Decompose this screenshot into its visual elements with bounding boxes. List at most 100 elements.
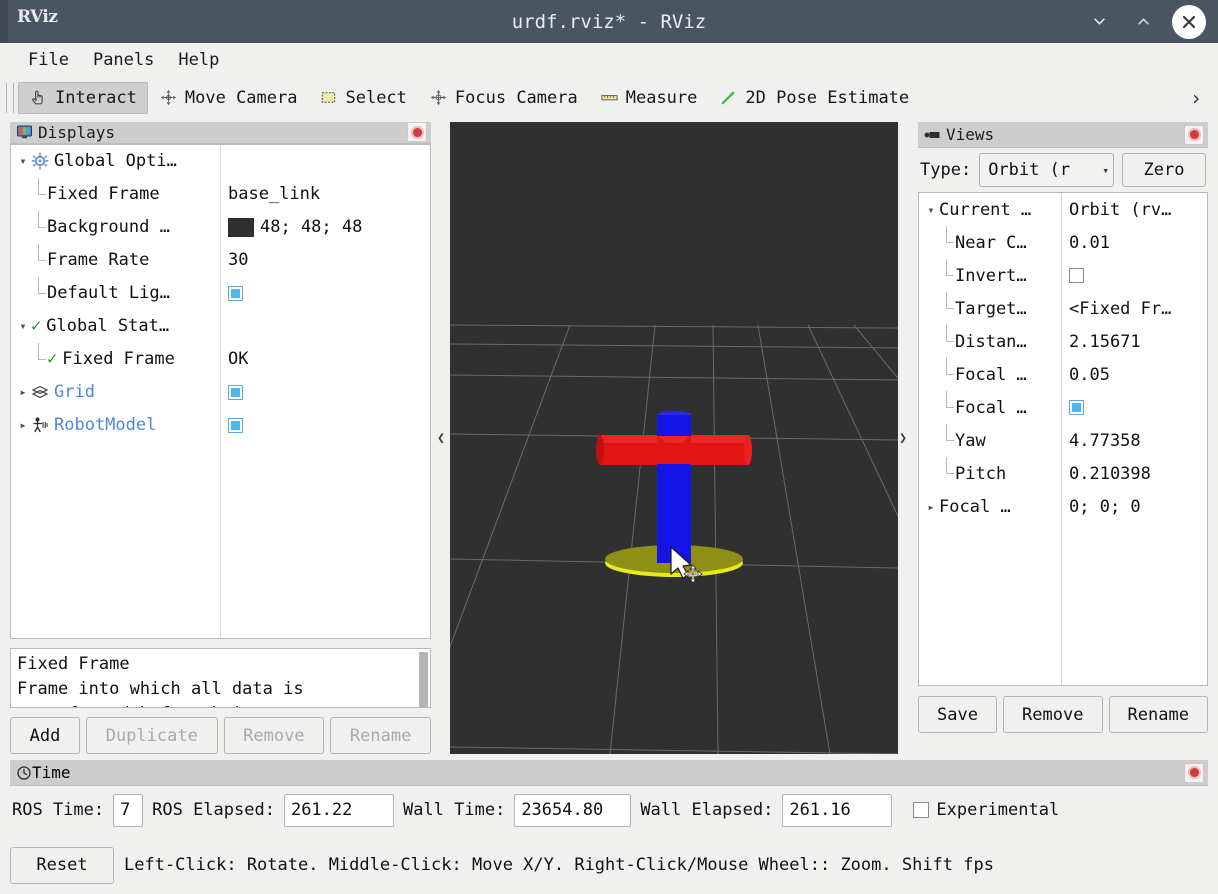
description-body: Frame into which all data is transformed… (17, 678, 304, 708)
displays-close-icon[interactable] (407, 122, 427, 143)
rename-view-button[interactable]: Rename (1108, 696, 1208, 733)
views-value-near-clip[interactable]: 0.01 (1061, 233, 1110, 253)
displays-panel-title: Displays (38, 122, 116, 142)
right-splitter[interactable]: ❯ (898, 122, 908, 754)
remove-view-button[interactable]: Remove (1003, 696, 1103, 733)
tree-value-frame-rate[interactable]: 30 (220, 250, 248, 270)
save-view-button[interactable]: Save (918, 696, 998, 733)
tree-value-grid (220, 384, 243, 400)
tree-row-robotmodel[interactable]: ▸ RobotModel (11, 409, 430, 442)
minimize-button[interactable] (1084, 7, 1114, 37)
tool-measure[interactable]: Measure (589, 82, 709, 114)
tree-value-status-fixed-frame: OK (228, 349, 249, 369)
checkbox-focal-shape-fixed[interactable] (1069, 400, 1084, 415)
tree-row-global-options[interactable]: ▾ Global Opti… (11, 145, 430, 178)
chevron-left-icon[interactable]: ❮ (437, 431, 445, 446)
tree-value-background-color[interactable]: 48; 48; 48 (220, 217, 362, 237)
view-type-dropdown[interactable]: Orbit (r ▾ (979, 153, 1114, 187)
add-button[interactable]: Add (10, 717, 81, 754)
views-label-focal-shape-size: Focal … (955, 364, 1027, 385)
views-tree[interactable]: ▾ Current … Orbit (rv… Near C… 0.01 Inve… (918, 192, 1208, 686)
views-row-near-clip[interactable]: Near C… 0.01 (919, 226, 1207, 259)
views-row-current-view[interactable]: ▾ Current … Orbit (rv… (919, 193, 1207, 226)
tool-2d-pose-estimate[interactable]: 2D Pose Estimate (708, 82, 920, 114)
tree-row-grid[interactable]: ▸ Grid (11, 376, 430, 409)
expander-focal-point[interactable]: ▸ (923, 499, 939, 515)
views-value-focal-shape-size[interactable]: 0.05 (1061, 365, 1110, 385)
views-close-icon[interactable] (1184, 124, 1204, 145)
expander-global-status[interactable]: ▾ (15, 318, 31, 334)
tree-value-default-light (220, 285, 243, 301)
views-value-distance[interactable]: 2.15671 (1061, 332, 1141, 352)
menu-help[interactable]: Help (166, 48, 231, 72)
checkbox-default-light[interactable] (228, 285, 243, 301)
display-description-box: Fixed Frame Frame into which all data is… (10, 647, 431, 708)
expander-grid[interactable]: ▸ (15, 384, 31, 400)
checkbox-experimental[interactable] (913, 802, 930, 818)
views-value-target-frame[interactable]: <Fixed Fr… (1061, 299, 1171, 319)
views-row-focal-shape-fixed[interactable]: Focal … (919, 391, 1207, 424)
rviz-window: RViz urdf.rviz* - RViz File Panels Help … (0, 0, 1218, 894)
tree-branch (939, 259, 955, 292)
time-close-icon[interactable] (1184, 762, 1204, 783)
tool-move-camera[interactable]: Move Camera (148, 82, 309, 114)
tree-row-global-status[interactable]: ▾ ✓ Global Stat… (11, 310, 430, 343)
tree-row-default-light[interactable]: Default Lig… (11, 276, 430, 310)
tree-row-background-color[interactable]: Background … 48; 48; 48 (11, 210, 430, 244)
status-hint-text: Left-Click: Rotate. Middle-Click: Move X… (124, 855, 994, 875)
wall-elapsed-input[interactable]: 261.16 (782, 793, 893, 827)
toolbar-overflow-button[interactable]: › (1184, 86, 1208, 110)
left-splitter[interactable]: ❮ (436, 122, 446, 754)
views-row-target-frame[interactable]: Target… <Fixed Fr… (919, 292, 1207, 325)
views-value-focal-point[interactable]: 0; 0; 0 (1061, 497, 1141, 517)
render-viewport-3d[interactable] (450, 122, 898, 754)
views-row-focal-point[interactable]: ▸ Focal … 0; 0; 0 (919, 490, 1207, 523)
expander-current-view[interactable]: ▾ (923, 202, 939, 218)
checkbox-grid[interactable] (228, 384, 243, 400)
checkbox-robotmodel[interactable] (228, 417, 243, 433)
views-value-invert-z (1061, 268, 1084, 283)
ros-elapsed-input[interactable]: 261.22 (283, 793, 394, 827)
check-icon: ✓ (31, 316, 42, 336)
ros-time-input[interactable]: 7 (113, 793, 144, 827)
views-type-label: Type: (920, 160, 972, 180)
tree-label-status-fixed-frame: Fixed Frame (62, 349, 175, 369)
toolbar-drag-handle[interactable] (6, 82, 14, 113)
expander-global-options[interactable]: ▾ (15, 153, 31, 169)
reset-button[interactable]: Reset (10, 846, 114, 884)
views-panel-header: Views (918, 122, 1208, 148)
menu-panels[interactable]: Panels (81, 48, 166, 72)
views-row-distance[interactable]: Distan… 2.15671 (919, 325, 1207, 358)
tool-bar: Interact Move Camera Select Focus Camera (0, 77, 1218, 118)
tree-label-default-light: Default Lig… (47, 283, 170, 303)
color-swatch[interactable] (228, 217, 254, 237)
tree-row-status-fixed-frame[interactable]: ✓ Fixed Frame OK (11, 342, 430, 376)
tree-branch (31, 177, 47, 211)
views-value-pitch[interactable]: 0.210398 (1061, 464, 1151, 484)
views-row-focal-shape-size[interactable]: Focal … 0.05 (919, 358, 1207, 391)
description-scrollbar[interactable] (419, 651, 428, 708)
tool-focus-camera[interactable]: Focus Camera (418, 82, 589, 114)
tree-row-frame-rate[interactable]: Frame Rate 30 (11, 243, 430, 277)
tree-value-fixed-frame[interactable]: base_link (220, 184, 320, 204)
views-value-yaw[interactable]: 4.77358 (1061, 431, 1141, 451)
wall-time-input[interactable]: 23654.80 (514, 793, 632, 827)
experimental-checkbox-row[interactable]: Experimental (913, 800, 1059, 820)
maximize-button[interactable] (1128, 7, 1158, 37)
zero-button[interactable]: Zero (1122, 153, 1206, 187)
tool-interact[interactable]: Interact (18, 81, 148, 114)
views-row-yaw[interactable]: Yaw 4.77358 (919, 424, 1207, 457)
tree-row-fixed-frame[interactable]: Fixed Frame base_link (11, 177, 430, 211)
views-row-invert-z[interactable]: Invert… (919, 259, 1207, 292)
displays-tree[interactable]: ▾ Global Opti… Fixed Frame base_link Bac… (10, 143, 431, 639)
expander-robotmodel[interactable]: ▸ (15, 417, 31, 433)
tool-move-camera-label: Move Camera (184, 87, 298, 108)
chevron-down-icon: ▾ (1102, 163, 1109, 177)
close-button[interactable] (1172, 4, 1206, 39)
menu-file[interactable]: File (16, 48, 81, 72)
views-row-pitch[interactable]: Pitch 0.210398 (919, 457, 1207, 490)
main-area: Displays ▾ Global Opti… Fixed Frame base… (0, 118, 1218, 758)
chevron-right-icon[interactable]: ❯ (899, 431, 907, 446)
tool-select[interactable]: Select (308, 82, 417, 114)
checkbox-invert-z[interactable] (1069, 268, 1084, 283)
